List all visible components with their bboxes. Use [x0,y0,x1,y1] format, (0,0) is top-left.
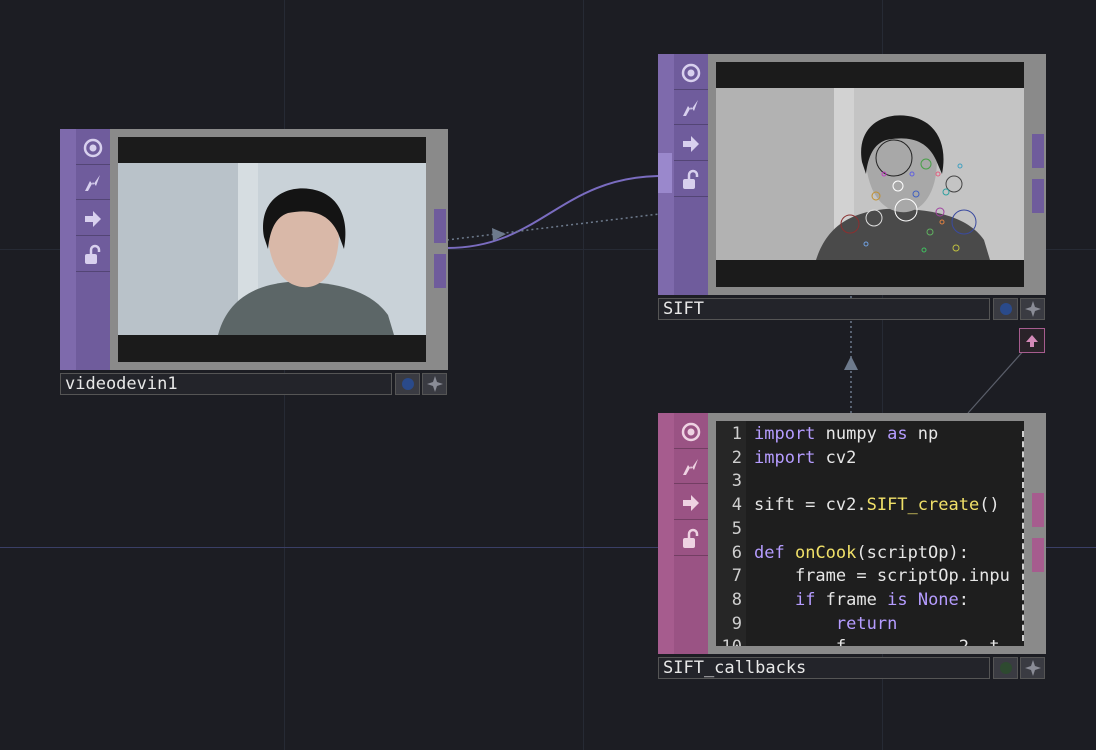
export-icon[interactable] [76,202,110,236]
input-strip[interactable] [658,413,674,654]
viewer-icon[interactable] [674,415,708,449]
node-toolbar [674,413,708,654]
code-line[interactable]: 8 if frame is None: [716,589,1010,613]
line-number: 1 [731,424,742,444]
display-toggle-button[interactable] [993,298,1018,320]
code-line[interactable]: 10 f 2 t [716,636,1010,646]
display-flag-icon [999,303,1012,315]
display-toggle-button[interactable] [395,373,420,395]
node-toolbar [76,129,110,370]
line-number: 6 [731,542,742,563]
line-text: f 2 t [754,637,1000,646]
output-port-1[interactable] [1032,134,1044,168]
code-line[interactable]: 7 frame = scriptOp.inpu [716,565,1010,589]
callback-arrow-icon [844,356,858,370]
cook-icon[interactable] [76,166,110,200]
node-toolbar [674,54,708,295]
line-text: if frame is None: [794,589,970,610]
code-line[interactable]: 3 [716,470,1010,494]
sparkle-icon [426,376,443,392]
lock-icon[interactable] [674,522,708,556]
bypass-toggle-button[interactable] [1020,298,1045,320]
export-icon[interactable] [674,127,708,161]
line-number: 5 [731,518,742,539]
export-icon[interactable] [674,486,708,520]
output-port-2[interactable] [434,254,446,288]
viewer-icon[interactable] [76,131,110,165]
bypass-toggle-button[interactable] [422,373,447,395]
line-number: 8 [731,589,742,610]
code-line[interactable]: 9 return [716,613,1010,637]
line-number: 7 [731,566,742,587]
node-name-label[interactable]: SIFT_callbacks [658,657,990,679]
line-text: frame = scriptOp.inpu [754,566,1010,587]
sparkle-icon [1024,301,1041,317]
output-port-1[interactable] [1032,493,1044,527]
code-viewer[interactable]: 1 import numpy as np 2 import cv2 3 4 sift = c… [716,421,1024,646]
sparkle-icon [1024,660,1041,676]
code-line[interactable]: 5 [716,518,1010,542]
cook-icon[interactable] [674,450,708,484]
video-preview [118,137,426,362]
code-line[interactable]: 4 sift = cv2.SIFT_create() [716,494,1010,518]
code-line[interactable]: 6 def onCook(scriptOp): [716,542,1010,566]
line-number: 3 [731,471,742,492]
code-line[interactable]: 1 import numpy as np [716,423,1010,447]
input-strip[interactable] [60,129,76,370]
display-toggle-button[interactable] [993,657,1018,679]
line-text: import cv2 [754,447,857,468]
sift-keypoints-image [716,88,1024,260]
input-port[interactable] [658,153,672,193]
line-text: def onCook(scriptOp): [754,542,969,563]
node-name-label[interactable]: videodevin1 [60,373,392,395]
line-text: sift = cv2.SIFT_create() [754,495,1000,516]
code-block[interactable]: 1 import numpy as np 2 import cv2 3 4 sift = c… [716,423,1010,646]
display-flag-icon [401,378,414,390]
sift-node[interactable]: SIFT [658,54,1046,324]
node-name-label[interactable]: SIFT [658,298,990,320]
dependency-arrow-icon [492,228,506,241]
grid-line [583,0,584,750]
sift-preview [716,62,1024,287]
video-wire [446,175,659,249]
line-number: 2 [731,447,742,468]
line-text: return [835,613,898,634]
cook-icon[interactable] [674,91,708,125]
arrow-up-icon [1026,334,1038,347]
callback-link-wire [967,347,1027,414]
edge-guide [1020,431,1024,641]
output-port-2[interactable] [1032,538,1044,572]
webcam-image [118,163,426,335]
line-number: 10 [716,636,742,646]
line-number: 9 [731,613,742,634]
viewer-icon[interactable] [674,56,708,90]
output-port-2[interactable] [1032,179,1044,213]
videodevin-node[interactable]: videodevin1 [60,129,448,399]
line-text: import numpy as np [754,424,939,444]
lock-icon[interactable] [674,163,708,197]
code-line[interactable]: 2 import cv2 [716,447,1010,471]
display-flag-icon [999,662,1012,674]
lock-icon[interactable] [76,238,110,272]
callbacks-link-badge[interactable] [1019,328,1045,353]
output-port-1[interactable] [434,209,446,243]
bypass-toggle-button[interactable] [1020,657,1045,679]
line-number: 4 [731,495,742,516]
sift-callbacks-node[interactable]: 1 import numpy as np 2 import cv2 3 4 sift = c… [658,413,1046,683]
